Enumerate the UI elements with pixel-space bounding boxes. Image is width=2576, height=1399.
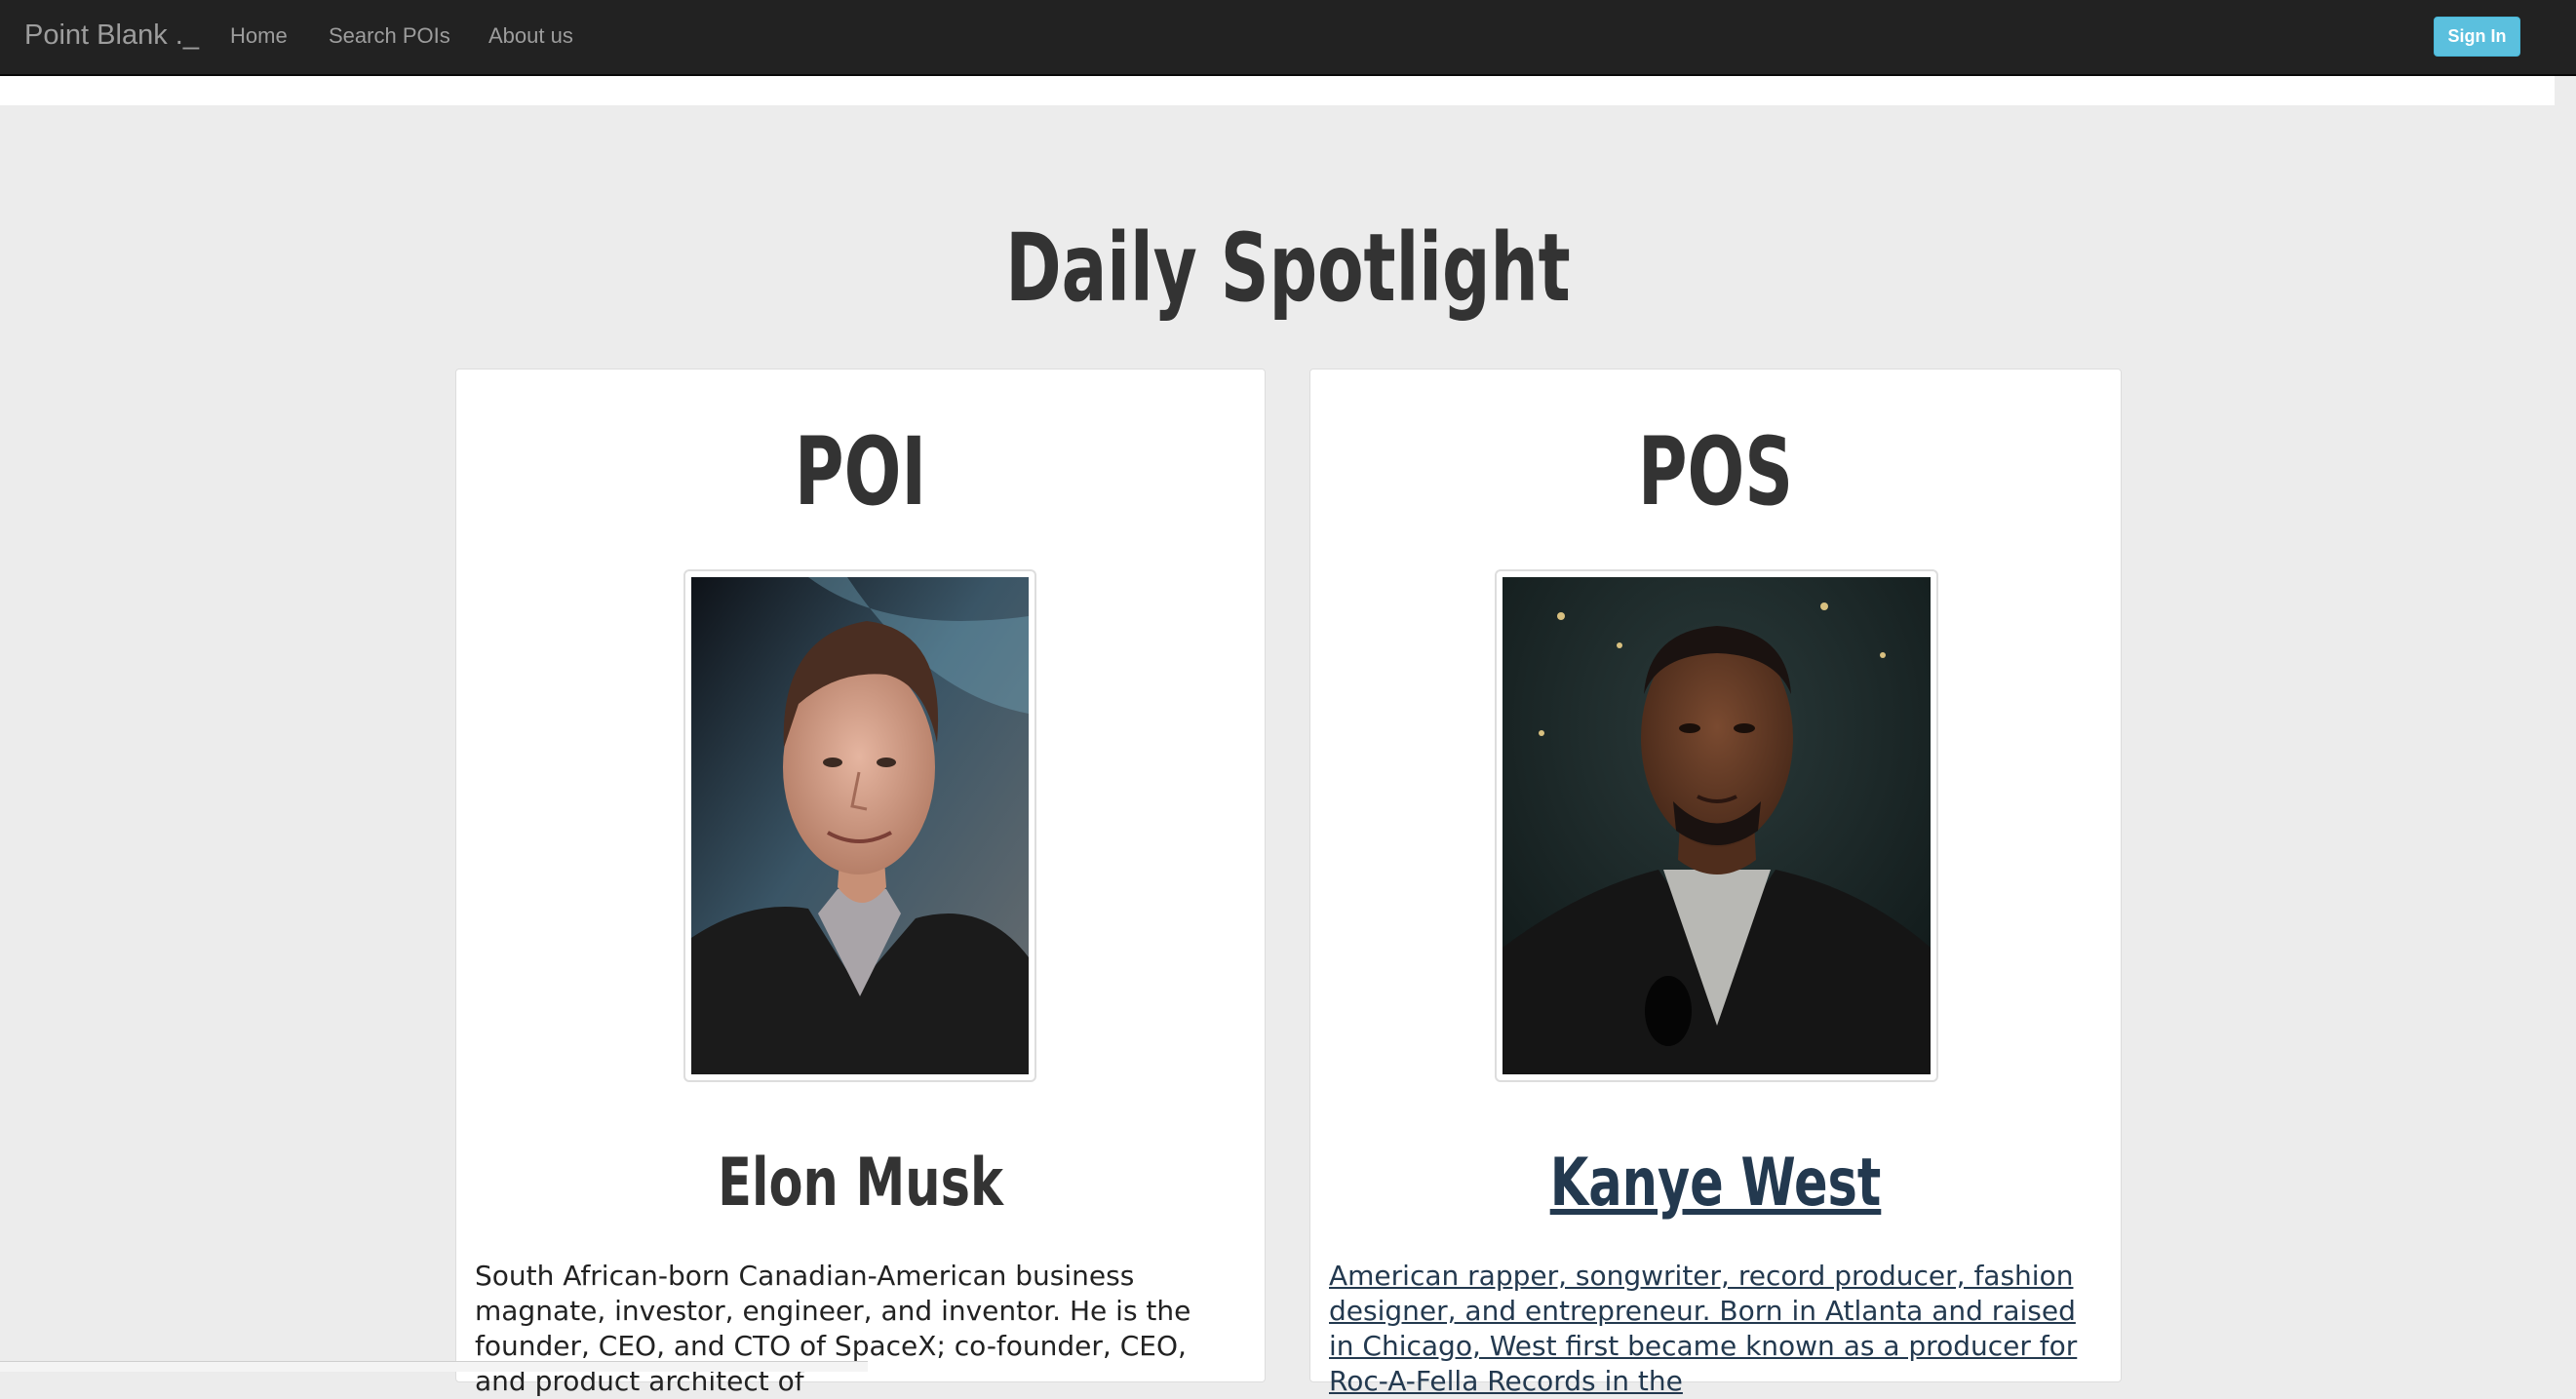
pos-description-link[interactable]: American rapper, songwriter, record prod… xyxy=(1329,1260,2077,1397)
pos-description[interactable]: American rapper, songwriter, record prod… xyxy=(1329,1259,2102,1399)
header-spacer xyxy=(0,76,2555,105)
poi-description: South African-born Canadian-American bus… xyxy=(475,1260,1191,1397)
kanye-west-photo xyxy=(1503,577,1931,1074)
pos-card: POS Kanye West American rapper, songwrit… xyxy=(1309,369,2122,1397)
pos-photo-frame xyxy=(1495,569,1938,1082)
sign-in-button[interactable]: Sign In xyxy=(2434,17,2520,57)
pos-name-link[interactable]: Kanye West xyxy=(1550,1145,1882,1222)
pos-card-title: POS xyxy=(1637,417,1794,526)
nav-home-link[interactable]: Home xyxy=(230,21,288,51)
brand-logo[interactable]: Point Blank ._ xyxy=(24,18,199,53)
pos-name[interactable]: Kanye West xyxy=(1412,1140,2019,1227)
nav-search-pois-link[interactable]: Search POIs xyxy=(329,21,450,51)
poi-name: Elon Musk xyxy=(718,1145,1003,1222)
nav-about-link[interactable]: About us xyxy=(488,21,573,51)
top-navbar: Point Blank ._ Home Search POIs About us… xyxy=(0,0,2576,76)
poi-card: POI Elon Musk South African-born Canadia… xyxy=(455,369,1266,1397)
poi-card-title: POI xyxy=(794,417,927,526)
elon-musk-photo xyxy=(691,577,1029,1074)
page-heading: Daily Spotlight xyxy=(1005,214,1571,323)
poi-photo-frame xyxy=(683,569,1036,1082)
horizontal-scrollbar[interactable] xyxy=(0,1361,868,1372)
